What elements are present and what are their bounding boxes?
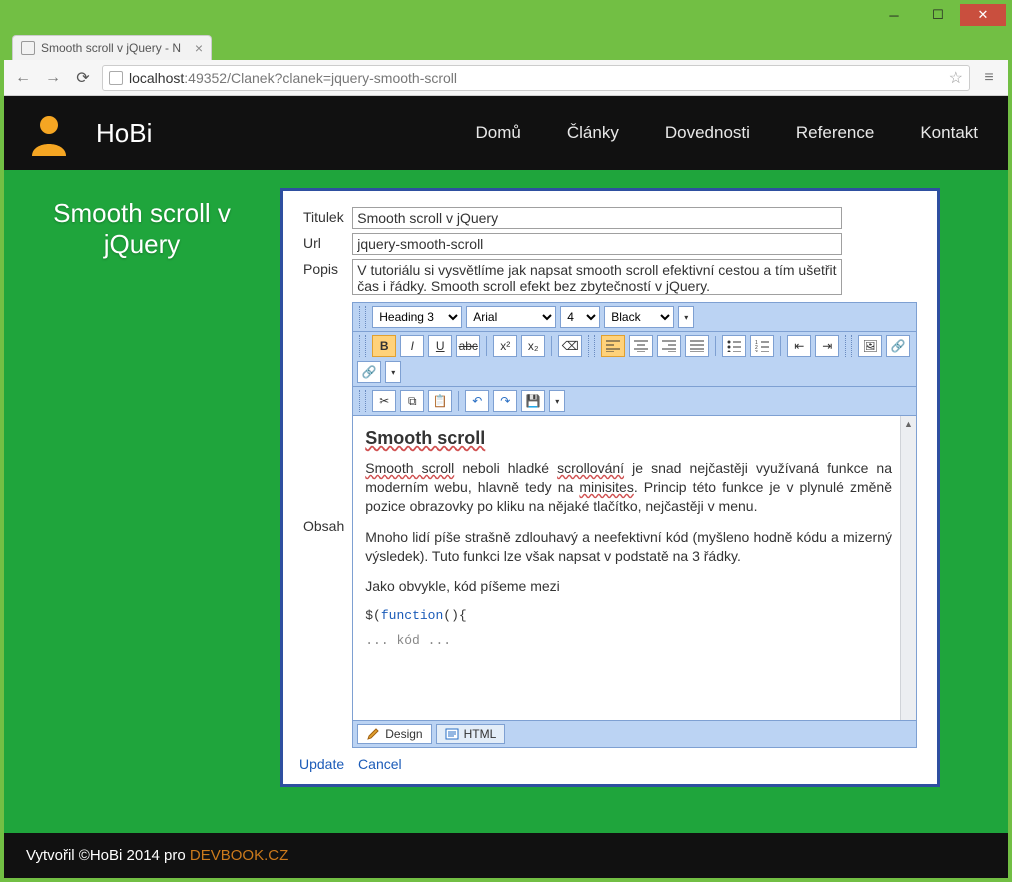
titulek-input[interactable] (352, 207, 842, 229)
redo-button[interactable]: ↷ (493, 390, 517, 412)
clear-format-button[interactable]: ⌫ (558, 335, 582, 357)
label-url: Url (299, 231, 348, 257)
cut-button[interactable]: ✂ (372, 390, 396, 412)
toolbar-grip-icon (359, 390, 366, 412)
toolbar-grip-icon (845, 335, 852, 357)
cancel-link[interactable]: Cancel (358, 756, 402, 772)
toolbar-grip-icon (359, 335, 366, 357)
tab-title: Smooth scroll v jQuery - N (41, 41, 189, 55)
link-button[interactable]: 🔗 (886, 335, 910, 357)
design-mode-tab[interactable]: Design (357, 724, 431, 744)
nav-references[interactable]: Reference (796, 123, 874, 143)
align-justify-button[interactable] (685, 335, 709, 357)
tab-close-icon[interactable]: × (195, 40, 203, 56)
pencil-icon (366, 727, 380, 741)
user-avatar-icon (26, 110, 72, 156)
html-mode-tab[interactable]: HTML (436, 724, 506, 744)
site-header: HoBi Domů Články Dovednosti Reference Ko… (4, 96, 1008, 170)
font-select[interactable]: Arial (466, 306, 556, 328)
back-button[interactable]: ← (12, 67, 34, 89)
page-title: Smooth scroll v jQuery (22, 188, 262, 260)
label-popis: Popis (299, 257, 348, 300)
rich-text-editor: Heading 3 Arial 4 Black ▾ B (352, 302, 917, 748)
page-icon (109, 71, 123, 85)
address-bar: ← → ⟳ localhost:49352/Clanek?clanek=jque… (4, 60, 1008, 96)
outdent-button[interactable]: ⇤ (787, 335, 811, 357)
content-para: Smooth scroll neboli hladké scrollování … (365, 459, 892, 516)
window-minimize-button[interactable]: ─ (872, 4, 916, 26)
url-text: localhost:49352/Clanek?clanek=jquery-smo… (129, 70, 943, 86)
image-button[interactable]: 🖼 (858, 335, 882, 357)
forward-button: → (42, 67, 64, 89)
svg-text:3: 3 (755, 350, 758, 352)
label-obsah: Obsah (299, 300, 348, 750)
footer-link[interactable]: DEVBOOK.CZ (190, 847, 288, 864)
brand[interactable]: HoBi (96, 118, 152, 149)
content-heading: Smooth scroll (365, 428, 892, 449)
url-input[interactable]: localhost:49352/Clanek?clanek=jquery-smo… (102, 65, 970, 91)
content-para: Jako obvykle, kód píšeme mezi (365, 577, 892, 596)
favicon-icon (21, 41, 35, 55)
nav-contact[interactable]: Kontakt (920, 123, 978, 143)
nav-home[interactable]: Domů (476, 123, 521, 143)
toolbar-grip-icon (359, 306, 366, 328)
nav-skills[interactable]: Dovednosti (665, 123, 750, 143)
italic-button[interactable]: I (400, 335, 424, 357)
toolbar-overflow-button[interactable]: ▾ (678, 306, 694, 328)
popis-textarea[interactable]: V tutoriálu si vysvětlíme jak napsat smo… (352, 259, 842, 295)
align-center-button[interactable] (629, 335, 653, 357)
content-code: $(function(){ (365, 608, 892, 623)
main-nav: Domů Články Dovednosti Reference Kontakt (476, 123, 978, 143)
editor-scrollbar[interactable]: ▲ (900, 416, 916, 720)
toolbar-overflow-button[interactable]: ▾ (385, 361, 401, 383)
html-icon (445, 727, 459, 741)
bullet-list-button[interactable] (722, 335, 746, 357)
number-list-button[interactable]: 123 (750, 335, 774, 357)
bookmark-star-icon[interactable]: ☆ (949, 68, 963, 88)
strikethrough-button[interactable]: abc (456, 335, 480, 357)
browser-menu-button[interactable]: ≡ (978, 69, 1000, 87)
subscript-button[interactable]: x₂ (521, 335, 545, 357)
scroll-up-icon[interactable]: ▲ (901, 416, 916, 432)
indent-button[interactable]: ⇥ (815, 335, 839, 357)
paste-button[interactable]: 📋 (428, 390, 452, 412)
fontsize-select[interactable]: 4 (560, 306, 600, 328)
toolbar-grip-icon (588, 335, 595, 357)
fontcolor-select[interactable]: Black (604, 306, 674, 328)
align-left-button[interactable] (601, 335, 625, 357)
toolbar-overflow-button[interactable]: ▾ (549, 390, 565, 412)
heading-select[interactable]: Heading 3 (372, 306, 462, 328)
save-button[interactable]: 💾 (521, 390, 545, 412)
window-close-button[interactable]: ✕ (960, 4, 1006, 26)
url-input-field[interactable] (352, 233, 842, 255)
reload-button[interactable]: ⟳ (72, 67, 94, 89)
content-code: ... kód ... (365, 633, 892, 648)
browser-tab[interactable]: Smooth scroll v jQuery - N × (12, 35, 212, 60)
copy-button[interactable]: ⧉ (400, 390, 424, 412)
update-link[interactable]: Update (299, 756, 344, 772)
edit-panel: Titulek Url Popis V tutoriálu si vysvětl… (280, 188, 940, 787)
content-para: Mnoho lidí píše strašně zdlouhavý a neef… (365, 528, 892, 566)
label-titulek: Titulek (299, 205, 348, 231)
nav-articles[interactable]: Články (567, 123, 619, 143)
site-footer: Vytvořil ©HoBi 2014 pro DEVBOOK.CZ (4, 833, 1008, 878)
unlink-button[interactable]: 🔗 (357, 361, 381, 383)
undo-button[interactable]: ↶ (465, 390, 489, 412)
align-right-button[interactable] (657, 335, 681, 357)
editor-body[interactable]: Smooth scroll Smooth scroll neboli hladk… (353, 416, 916, 720)
superscript-button[interactable]: x² (493, 335, 517, 357)
underline-button[interactable]: U (428, 335, 452, 357)
window-maximize-button[interactable]: ☐ (916, 4, 960, 26)
bold-button[interactable]: B (372, 335, 396, 357)
